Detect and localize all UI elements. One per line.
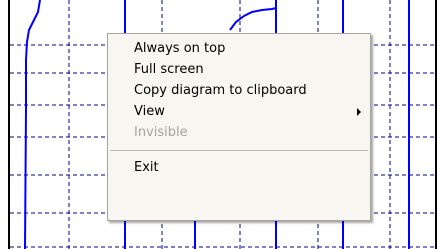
menu-item-label: Always on top — [134, 41, 226, 56]
menu-item-copy-diagram[interactable]: Copy diagram to clipboard — [108, 80, 370, 101]
menu-item-label: Full screen — [134, 62, 204, 77]
menu-item-view[interactable]: View — [108, 101, 370, 122]
menu-item-label: Copy diagram to clipboard — [134, 83, 307, 98]
menu-item-always-on-top[interactable]: Always on top — [108, 38, 370, 59]
menu-item-invisible: Invisible — [108, 122, 370, 143]
menu-item-label: Invisible — [134, 125, 188, 140]
menu-separator — [110, 150, 368, 151]
menu-item-full-screen[interactable]: Full screen — [108, 59, 370, 80]
context-menu: Always on top Full screen Copy diagram t… — [107, 33, 371, 221]
menu-item-label: View — [134, 104, 165, 119]
menu-item-label: Exit — [134, 160, 159, 175]
submenu-arrow-icon — [357, 108, 361, 116]
menu-item-exit[interactable]: Exit — [108, 157, 370, 178]
